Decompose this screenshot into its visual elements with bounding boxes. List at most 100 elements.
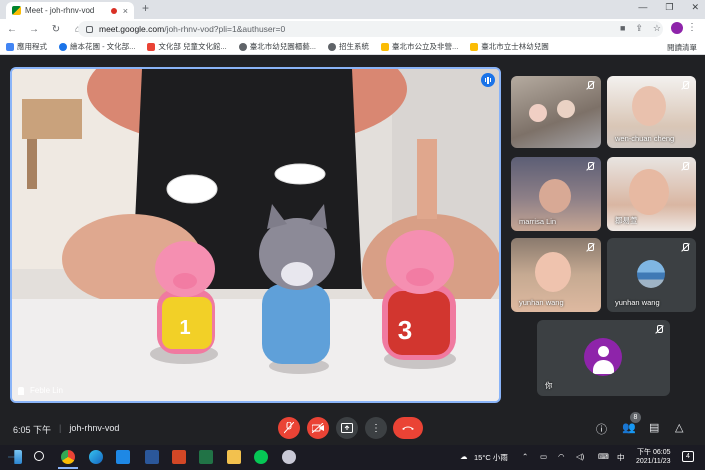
bookmark-shilin[interactable]: 臺北市立士林幼兒園 [470,41,549,52]
participant-tile[interactable]: yunhan wang [511,238,601,312]
pig-one-number: 1 [179,317,190,339]
pin-icon[interactable] [18,386,24,395]
end-call-button[interactable] [393,417,423,439]
main-speaker-name: Feble Lin [18,386,63,395]
active-app-indicator [58,467,78,469]
reading-list[interactable]: 閱讀清單 [667,42,697,53]
forward-button[interactable]: → [28,24,40,35]
lock-icon [86,25,93,33]
notification-center-icon[interactable]: 4 [682,451,694,462]
mic-off-icon [680,81,690,91]
file-explorer-icon[interactable] [227,450,241,464]
camera-toggle-button[interactable] [307,417,329,439]
excel-icon[interactable] [199,450,213,464]
meet-favicon-icon [12,6,21,15]
ie-icon[interactable] [116,450,130,464]
weather-icon[interactable]: ☁ [460,452,468,461]
chevron-up-icon[interactable]: ⌃ [522,452,528,461]
meeting-control-bar: 6:05 下午 | joh-rhnv-vod ⋮ ⓘ 👥 8 ▤ △ [0,412,705,445]
bookmark-apps[interactable]: 應用程式 [6,41,47,52]
participant-tile[interactable]: 鄒易萱 [607,157,696,231]
participant-tile[interactable] [511,76,601,148]
browser-toolbar: ← → ↻ ⌂ meet.google.com/joh-rhnv-vod?pli… [0,19,705,39]
globe-icon [238,42,247,51]
bookmark-star-icon[interactable]: ☆ [653,23,661,34]
mic-off-icon [680,243,690,253]
app-icon[interactable] [282,450,296,464]
profile-avatar[interactable] [671,22,683,34]
tab-strip: Meet - joh-rhnv-vod × + — ❐ ✕ [0,0,705,19]
browser-menu-icon[interactable]: ⋮ [687,22,697,33]
participant-video [557,100,575,118]
self-tile[interactable]: 你 [537,320,670,396]
mic-off-icon [680,162,690,172]
bookmark-picturebook[interactable]: 繪本花園 - 文化部... [59,41,135,52]
people-icon[interactable]: 👥 [622,421,636,434]
apps-grid-icon [6,42,14,51]
windows-start-icon[interactable] [8,450,22,464]
line-icon[interactable] [254,450,268,464]
youtube-icon [147,42,156,51]
mic-off-icon [284,422,294,434]
window-controls: — ❐ ✕ [638,2,699,13]
main-video-tile[interactable]: 1 3 Feble Lin [10,67,501,403]
building-icon [470,42,479,51]
search-icon[interactable] [34,451,44,461]
omnibox-actions: ■ ⇪ ☆ [620,23,661,34]
clock-date: 2021/11/23 [636,458,671,465]
activities-icon[interactable]: △ [675,421,683,434]
participant-name: 你 [545,381,553,390]
wifi-icon[interactable]: ◠ [558,452,565,461]
bookmark-youtube[interactable]: 文化部 兒童文化館... [147,41,227,52]
participant-name: 鄒易萱 [615,216,638,225]
system-clock[interactable]: 下午 06:05 2021/11/23 [636,448,671,466]
reload-button[interactable]: ↻ [50,24,62,35]
bookmarks-bar: 應用程式 繪本花園 - 文化部... 文化部 兒童文化館... 臺北市幼兒園櫃藝… [0,39,705,55]
mic-off-icon [654,325,664,335]
minimize-button[interactable]: — [638,2,647,13]
participant-tile[interactable]: marrisa Lin [511,157,601,231]
tab-title: Meet - joh-rhnv-vod [25,6,95,15]
maximize-button[interactable]: ❐ [665,2,673,13]
mic-toggle-button[interactable] [278,417,300,439]
windows-taskbar: ☁ 15°C 小雨 ⌃ ▭ ◠ ◁) ⌨ 中 下午 06:05 2021/11/… [0,445,705,470]
participant-video [632,86,666,126]
back-button[interactable]: ← [6,24,18,35]
mic-off-icon [585,81,595,91]
mic-off-icon [585,243,595,253]
volume-icon[interactable]: ◁) [576,452,584,461]
avatar [584,338,622,376]
present-now-button[interactable] [336,417,358,439]
new-tab-button[interactable]: + [142,1,149,15]
chat-icon[interactable]: ▤ [649,421,659,434]
edge-icon[interactable] [89,450,103,464]
ime-indicator[interactable]: 中 [617,452,625,463]
share-icon[interactable]: ⇪ [635,23,643,34]
bookmark-enrollment[interactable]: 招生系統 [328,41,369,52]
bookmark-kindergarten[interactable]: 臺北市幼兒園櫃藝... [238,41,316,52]
participant-name: yunhan wang [615,298,660,307]
mic-off-icon [585,162,595,172]
powerpoint-icon[interactable] [172,450,186,464]
word-icon[interactable] [145,450,159,464]
address-bar[interactable]: meet.google.com/joh-rhnv-vod?pli=1&authu… [78,21,663,37]
tab-meet[interactable]: Meet - joh-rhnv-vod × [6,2,134,19]
meeting-stage: 1 3 Feble Lin wen-chuan cheng marrisa Li… [0,55,705,415]
present-icon [341,423,353,433]
avatar [637,260,665,288]
close-window-button[interactable]: ✕ [691,2,699,13]
meeting-info-icon[interactable]: ⓘ [596,421,607,437]
bookmark-icon [59,42,67,51]
more-options-button[interactable]: ⋮ [365,417,387,439]
network-icon[interactable]: ▭ [540,452,547,461]
pig-three-number: 3 [398,315,412,345]
chrome-icon[interactable] [61,450,75,464]
keyboard-icon[interactable]: ⌨ [598,452,609,461]
meeting-code: joh-rhnv-vod [69,423,120,433]
camera-in-use-icon[interactable]: ■ [620,23,625,34]
participant-tile[interactable]: yunhan wang [607,238,696,312]
bookmark-public-private[interactable]: 臺北市公立及非營... [381,41,458,52]
participant-tile[interactable]: wen-chuan cheng [607,76,696,148]
weather-text[interactable]: 15°C 小雨 [474,452,508,463]
tab-close-icon[interactable]: × [123,6,128,16]
